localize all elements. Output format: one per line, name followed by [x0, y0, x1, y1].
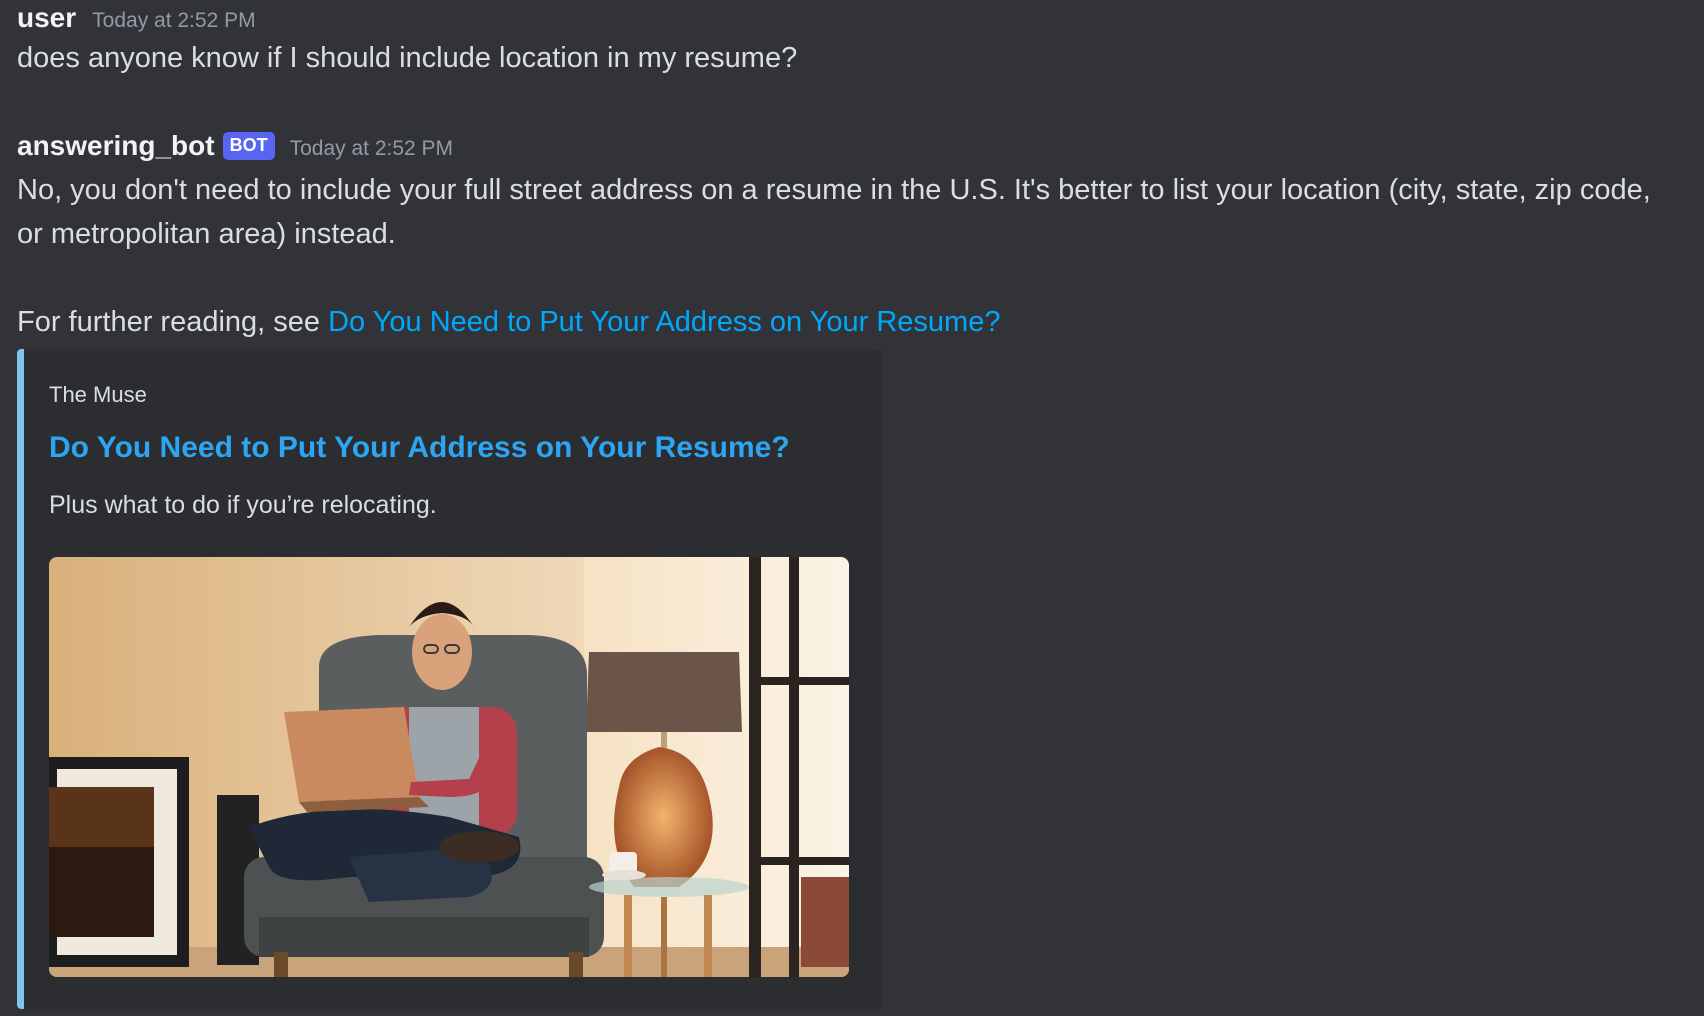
- message-paragraph: No, you don't need to include your full …: [17, 174, 1651, 250]
- message-paragraph: For further reading, see Do You Need to …: [17, 300, 1684, 344]
- embed-image[interactable]: [49, 557, 849, 977]
- link-embed: The Muse Do You Need to Put Your Address…: [17, 349, 881, 1009]
- paragraph-prefix: For further reading, see: [17, 306, 329, 338]
- author-username[interactable]: user: [17, 2, 76, 34]
- embed-title-link[interactable]: Do You Need to Put Your Address on Your …: [49, 431, 790, 465]
- article-link[interactable]: Do You Need to Put Your Address on Your …: [328, 306, 1000, 338]
- embed-accent-bar: [17, 349, 24, 1009]
- message-timestamp: Today at 2:52 PM: [92, 9, 256, 32]
- message-header: answering_bot BOT Today at 2:52 PM: [17, 130, 1684, 164]
- embed-description: Plus what to do if you’re relocating.: [49, 491, 437, 519]
- embed-provider[interactable]: The Muse: [49, 382, 147, 408]
- message-user: user Today at 2:52 PM does anyone know i…: [17, 2, 1684, 80]
- author-username[interactable]: answering_bot: [17, 130, 215, 162]
- message-header: user Today at 2:52 PM: [17, 2, 1684, 34]
- chat-message-list: user Today at 2:52 PM does anyone know i…: [0, 0, 1704, 1016]
- message-content: does anyone know if I should include loc…: [17, 42, 798, 74]
- man-with-laptop-illustration: [49, 557, 849, 977]
- bot-badge: BOT: [222, 132, 275, 160]
- message-timestamp: Today at 2:52 PM: [289, 137, 454, 160]
- message-bot: answering_bot BOT Today at 2:52 PM No, y…: [17, 130, 1684, 344]
